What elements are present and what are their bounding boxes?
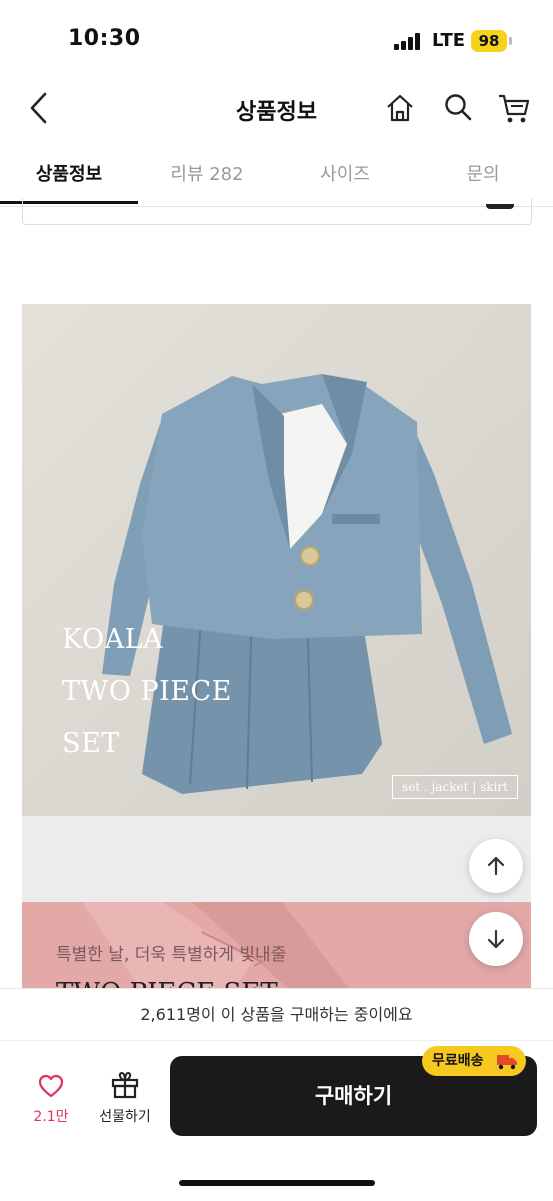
overlay-line-3: SET xyxy=(62,728,120,759)
tab-reviews[interactable]: 리뷰 282 xyxy=(138,160,276,186)
set-tag: set . jacket | skirt xyxy=(392,775,518,799)
like-count[interactable]: 2.1만 xyxy=(22,1106,80,1126)
tab-product-info[interactable]: 상품정보 xyxy=(0,160,138,186)
signal-icon xyxy=(394,32,424,50)
cart-icon[interactable] xyxy=(497,91,531,125)
search-icon[interactable] xyxy=(443,92,473,122)
arrow-up-icon xyxy=(487,856,505,876)
free-shipping-label: 무료배송 xyxy=(432,1053,484,1069)
scrolled-content-box xyxy=(22,198,532,225)
gift-icon[interactable] xyxy=(110,1070,140,1100)
tab-size[interactable]: 사이즈 xyxy=(276,160,414,186)
second-image-caption: 특별한 날, 더욱 특별하게 빛내줄 xyxy=(56,945,287,965)
overlay-line-1: KOALA xyxy=(62,624,164,655)
scrolled-content-mark xyxy=(486,204,514,209)
battery-nub xyxy=(509,37,512,45)
home-icon[interactable] xyxy=(384,92,416,124)
network-label: LTE xyxy=(432,30,466,51)
truck-icon xyxy=(496,1052,518,1070)
scroll-down-button[interactable] xyxy=(469,912,523,966)
home-indicator xyxy=(179,1180,375,1186)
image-divider xyxy=(22,816,531,902)
scroll-up-button[interactable] xyxy=(469,839,523,893)
tab-inquiry[interactable]: 문의 xyxy=(414,160,552,186)
arrow-down-icon xyxy=(487,929,505,949)
overlay-line-2: TWO PIECE xyxy=(62,676,232,707)
buyers-notice: 2,611명이 이 상품을 구매하는 중이에요 xyxy=(0,988,553,1041)
heart-icon[interactable] xyxy=(37,1072,65,1100)
gift-button[interactable]: 선물하기 xyxy=(88,1106,162,1126)
status-time: 10:30 xyxy=(68,26,141,51)
battery-icon: 98 xyxy=(471,30,507,52)
